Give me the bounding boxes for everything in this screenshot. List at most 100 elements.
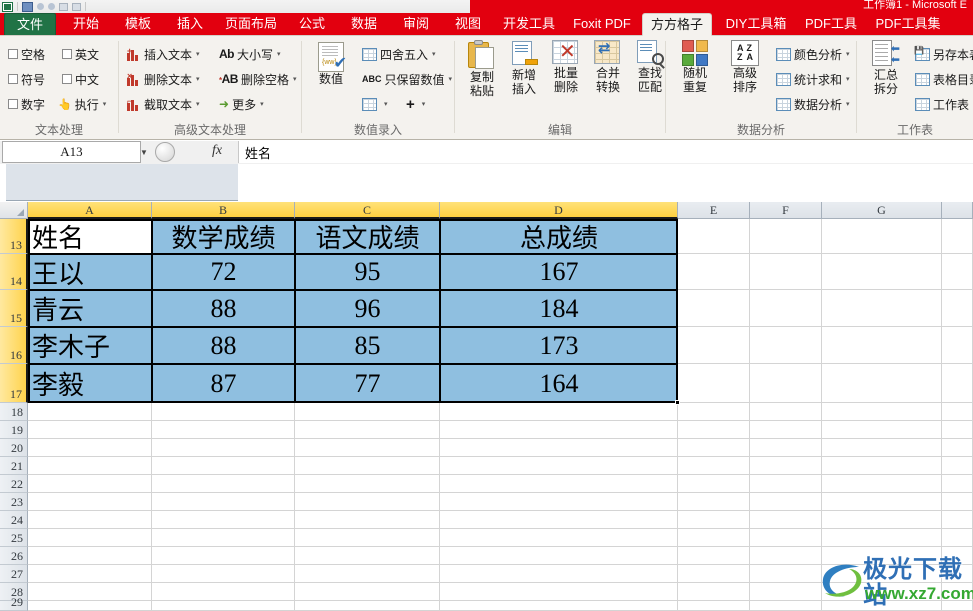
grid-cell[interactable] <box>678 583 750 601</box>
grid-cell[interactable] <box>28 529 152 547</box>
grid-cell[interactable] <box>750 421 822 439</box>
grid-cell[interactable] <box>152 457 295 475</box>
grid-cell[interactable] <box>750 511 822 529</box>
row-header-25[interactable]: 25 <box>0 529 28 547</box>
grid-cell[interactable] <box>822 327 942 364</box>
column-header-x[interactable] <box>942 202 973 219</box>
chevron-down-icon[interactable]: ▾ <box>432 50 436 58</box>
ribbon-tab-8[interactable]: 视图 <box>444 13 492 36</box>
grid-cell[interactable] <box>440 565 678 583</box>
table-cell[interactable]: 李木子 <box>28 327 152 364</box>
grid-cell[interactable] <box>750 529 822 547</box>
grid-cell[interactable] <box>152 421 295 439</box>
grid-cell[interactable] <box>678 421 750 439</box>
ribbon-item-5-0[interactable]: 💾另存本表 <box>914 44 973 64</box>
table-header-cell[interactable]: 语文成绩 <box>295 219 440 254</box>
ribbon-item-1-3[interactable]: Ab 大小写 ▾ <box>219 44 281 64</box>
grid-cell[interactable] <box>28 583 152 601</box>
row-header-13[interactable]: 13 <box>0 219 28 254</box>
grid-cell[interactable] <box>942 421 973 439</box>
ribbon-item-1-2[interactable]: ⌐ 截取文本 ▾ <box>127 94 200 114</box>
grid-cell[interactable] <box>440 493 678 511</box>
ribbon-item-1-0[interactable]: + 插入文本 ▾ <box>127 44 200 64</box>
ribbon-item-0-3[interactable]: 中文 <box>62 69 99 89</box>
ribbon-item-0-1[interactable]: 英文 <box>62 44 99 64</box>
grid-cell[interactable] <box>822 421 942 439</box>
grid-cell[interactable] <box>295 583 440 601</box>
ribbon-item-5-2[interactable]: 工作表▾ <box>915 94 973 114</box>
chevron-down-icon[interactable]: ▾ <box>422 100 426 108</box>
table-cell[interactable]: 72 <box>152 254 295 290</box>
grid-cell[interactable] <box>678 493 750 511</box>
select-all-corner[interactable] <box>0 202 28 219</box>
grid-cell[interactable] <box>152 475 295 493</box>
grid-cell[interactable] <box>678 364 750 403</box>
grid-cell[interactable] <box>295 403 440 421</box>
ribbon-tab-9[interactable]: 开发工具 <box>496 13 562 36</box>
grid-cell[interactable] <box>152 439 295 457</box>
grid-cell[interactable] <box>750 475 822 493</box>
grid-cell[interactable] <box>750 583 822 601</box>
ribbon-item-5-1[interactable]: 表格目录 <box>915 69 973 89</box>
grid-cell[interactable] <box>28 457 152 475</box>
ribbon-big-button-3-0[interactable]: 复制 粘贴 <box>459 40 505 98</box>
grid-cell[interactable] <box>28 439 152 457</box>
grid-cell[interactable] <box>440 439 678 457</box>
row-header-16[interactable]: 16 <box>0 327 28 364</box>
formula-input[interactable]: 姓名 <box>238 141 973 163</box>
ribbon-tab-3[interactable]: 插入 <box>166 13 214 36</box>
grid-cell[interactable] <box>942 290 973 327</box>
grid-cell[interactable] <box>440 583 678 601</box>
grid-cell[interactable] <box>152 547 295 565</box>
table-cell[interactable]: 李毅 <box>28 364 152 403</box>
grid-cell[interactable] <box>28 475 152 493</box>
chevron-down-icon[interactable]: ▾ <box>196 50 200 58</box>
grid-cell[interactable] <box>750 493 822 511</box>
ribbon-item-0-4[interactable]: 数字 <box>8 94 45 114</box>
grid-cell[interactable] <box>28 565 152 583</box>
ribbon-tab-14[interactable]: PDF工具集 <box>868 13 948 36</box>
grid-cell[interactable] <box>152 493 295 511</box>
grid-cell[interactable] <box>942 327 973 364</box>
grid-cell[interactable] <box>942 439 973 457</box>
grid-cell[interactable] <box>822 511 942 529</box>
function-icon[interactable]: fx <box>212 143 222 159</box>
ribbon-item-1-5[interactable]: ➜ 更多 ▾ <box>219 94 264 114</box>
grid-icon[interactable] <box>59 2 68 11</box>
grid-cell[interactable] <box>152 403 295 421</box>
grid-cell[interactable] <box>942 219 973 254</box>
ribbon-tab-10[interactable]: Foxit PDF <box>566 13 638 36</box>
table-header-cell[interactable]: 数学成绩 <box>152 219 295 254</box>
ribbon-item-0-5[interactable]: 👆 执行 ▾ <box>58 94 106 114</box>
ribbon-item-2-3[interactable]: + ▾ <box>406 94 425 114</box>
table-header-cell[interactable]: 总成绩 <box>440 219 678 254</box>
grid-cell[interactable] <box>28 403 152 421</box>
grid-cell[interactable] <box>942 529 973 547</box>
grid-cell[interactable] <box>678 475 750 493</box>
column-header-A[interactable]: A <box>28 202 152 219</box>
table-cell[interactable]: 88 <box>152 290 295 327</box>
table-cell[interactable]: 95 <box>295 254 440 290</box>
table-cell[interactable]: 青云 <box>28 290 152 327</box>
grid-cell[interactable] <box>295 529 440 547</box>
grid-cell[interactable] <box>678 511 750 529</box>
grid-cell[interactable] <box>295 547 440 565</box>
grid-cell[interactable] <box>152 583 295 601</box>
grid-cell[interactable] <box>942 493 973 511</box>
grid-cell[interactable] <box>440 457 678 475</box>
grid-cell[interactable] <box>152 601 295 611</box>
grid-cell[interactable] <box>152 529 295 547</box>
grid-cell[interactable] <box>750 565 822 583</box>
ribbon-tab-7[interactable]: 审阅 <box>392 13 440 36</box>
ribbon-big-button-3-1[interactable]: 新增 插入 <box>501 40 547 96</box>
chevron-down-icon[interactable]: ▾ <box>846 75 850 83</box>
grid-cell[interactable] <box>678 327 750 364</box>
row-header-20[interactable]: 20 <box>0 439 28 457</box>
grid-cell[interactable] <box>750 403 822 421</box>
ribbon-tab-1[interactable]: 开始 <box>62 13 110 36</box>
grid-cell[interactable] <box>678 403 750 421</box>
grid-cell[interactable] <box>440 547 678 565</box>
grid-cell[interactable] <box>822 529 942 547</box>
row-header-24[interactable]: 24 <box>0 511 28 529</box>
grid-cell[interactable] <box>440 511 678 529</box>
